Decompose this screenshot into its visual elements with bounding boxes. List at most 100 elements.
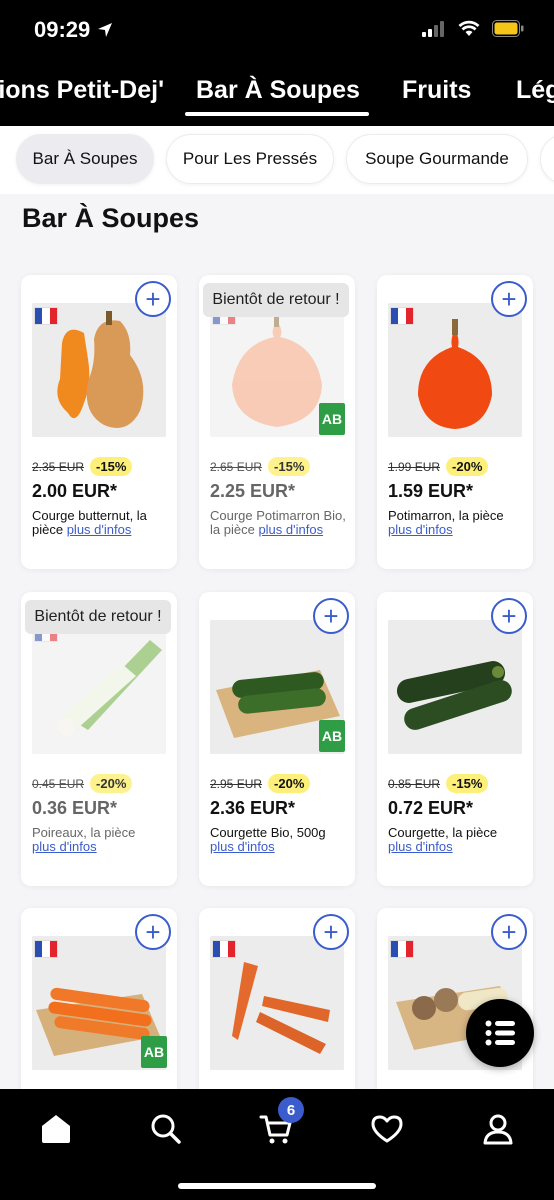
back-soon-label: Bientôt de retour ! [25, 600, 171, 634]
location-arrow-icon [98, 23, 113, 37]
status-time: 09:29 [34, 17, 91, 42]
product-card[interactable]: + 1.99 EUR -20% 1.59 EUR* Potimarron, la… [377, 275, 533, 569]
tab-selected-indicator [185, 112, 369, 116]
france-flag-icon [390, 307, 414, 325]
product-card[interactable]: + [199, 908, 355, 1108]
discount-badge: -15% [446, 774, 489, 793]
add-to-cart-button[interactable]: + [491, 281, 527, 317]
discount-badge: -15% [90, 457, 133, 476]
france-flag-icon [212, 940, 236, 958]
add-to-cart-button[interactable]: + [491, 598, 527, 634]
product-name-text: Poireaux, la pièce [32, 825, 136, 840]
pricing-row: 1.99 EUR -20% [388, 457, 489, 476]
old-price: 1.99 EUR [388, 459, 441, 474]
discount-badge: -15% [268, 457, 311, 476]
more-info-link[interactable]: plus d'infos [210, 839, 275, 854]
product-name: Courge Potimarron Bio, la pièce plus d'i… [210, 509, 348, 537]
organic-badge-icon: AB [319, 720, 345, 752]
price: 1.59 EUR* [388, 481, 474, 501]
discount-badge: -20% [446, 457, 489, 476]
chip-soupe-gourmande[interactable]: Soupe Gourmande [346, 134, 528, 184]
product-name-text: Courgette, la pièce [388, 825, 498, 840]
tab-account[interactable] [476, 1107, 520, 1151]
tab-legumes[interactable]: Lég [516, 76, 554, 105]
shopping-list-button[interactable] [466, 999, 534, 1067]
tab-search[interactable] [144, 1107, 188, 1151]
product-name: Courge butternut, la pièce plus d'infos [32, 509, 170, 537]
france-flag-icon [390, 940, 414, 958]
tab-favorites[interactable] [365, 1107, 409, 1151]
price: 2.36 EUR* [210, 798, 296, 818]
old-price: 2.65 EUR [210, 459, 263, 474]
chip-next[interactable] [540, 134, 554, 184]
status-time-wrap: 09:29 [34, 17, 114, 43]
subcategory-chips: Bar À Soupes Pour Les Pressés Soupe Gour… [0, 126, 554, 194]
price: 2.00 EUR* [32, 481, 118, 501]
product-image-courgette[interactable] [388, 620, 522, 754]
organic-badge-icon: AB [141, 1036, 167, 1068]
list-icon [485, 1020, 515, 1046]
chip-pour-les-presses[interactable]: Pour Les Pressés [166, 134, 334, 184]
status-bar: 09:29 [0, 0, 554, 60]
tab-home[interactable] [34, 1107, 78, 1151]
product-card[interactable]: + 0.85 EUR -15% 0.72 EUR* Courgette, la … [377, 592, 533, 886]
pricing-row: 2.95 EUR -20% [210, 774, 311, 793]
add-to-cart-button[interactable]: + [135, 914, 171, 950]
product-name: Courgette Bio, 500g plus d'infos [210, 826, 348, 854]
pricing-row: 0.45 EUR -20% [32, 774, 133, 793]
top-bar: 09:29 tions Petit-Dej' Bar À Soupes Frui… [0, 0, 554, 126]
home-icon [42, 1115, 70, 1143]
product-name: Courgette, la pièce plus d'infos [388, 826, 526, 854]
add-to-cart-button[interactable]: + [491, 914, 527, 950]
heart-icon [371, 1115, 403, 1143]
pricing-row: 2.65 EUR -15% [210, 457, 311, 476]
tab-petit-dej[interactable]: tions Petit-Dej' [0, 76, 164, 105]
price: 2.25 EUR* [210, 481, 296, 501]
chip-label: Soupe Gourmande [365, 149, 509, 168]
france-flag-icon [34, 940, 58, 958]
discount-badge: -20% [268, 774, 311, 793]
organic-badge-icon: AB [319, 403, 345, 435]
more-info-link[interactable]: plus d'infos [258, 522, 323, 537]
product-name-text: Courgette Bio, 500g [210, 825, 326, 840]
category-tabs: tions Petit-Dej' Bar À Soupes Fruits Lég [0, 62, 554, 122]
status-icons [422, 20, 524, 37]
chip-label: Bar À Soupes [32, 149, 138, 168]
old-price: 0.45 EUR [32, 776, 85, 791]
pricing-row: 0.85 EUR -15% [388, 774, 489, 793]
product-card[interactable]: Bientôt de retour ! 0.45 EUR -20% 0.36 E… [21, 592, 177, 886]
product-name: Potimarron, la pièce plus d'infos [388, 509, 526, 537]
old-price: 2.95 EUR [210, 776, 263, 791]
product-card[interactable]: AB Bientôt de retour ! 2.65 EUR -15% 2.2… [199, 275, 355, 569]
more-info-link[interactable]: plus d'infos [32, 839, 97, 854]
tab-fruits[interactable]: Fruits [402, 76, 471, 105]
add-to-cart-button[interactable]: + [313, 914, 349, 950]
more-info-link[interactable]: plus d'infos [67, 522, 132, 537]
product-card[interactable]: AB + 2.95 EUR -20% 2.36 EUR* Courgette B… [199, 592, 355, 886]
chip-label: Pour Les Pressés [182, 149, 318, 168]
more-info-link[interactable]: plus d'infos [388, 522, 453, 537]
discount-badge: -20% [90, 774, 133, 793]
cart-count-badge: 6 [278, 1097, 304, 1123]
old-price: 2.35 EUR [32, 459, 85, 474]
section-title: Bar À Soupes [22, 203, 200, 233]
back-soon-label: Bientôt de retour ! [203, 283, 349, 317]
product-name-text: Potimarron, la pièce [388, 508, 504, 523]
chip-bar-a-soupes[interactable]: Bar À Soupes [16, 134, 154, 184]
pricing-row: 2.35 EUR -15% [32, 457, 133, 476]
price: 0.36 EUR* [32, 798, 118, 818]
france-flag-icon [34, 307, 58, 325]
tab-bar-a-soupes[interactable]: Bar À Soupes [196, 76, 360, 105]
price: 0.72 EUR* [388, 798, 474, 818]
add-to-cart-button[interactable]: + [313, 598, 349, 634]
product-card[interactable]: + 2.35 EUR -15% 2.00 EUR* Courge buttern… [21, 275, 177, 569]
add-to-cart-button[interactable]: + [135, 281, 171, 317]
product-name: Poireaux, la pièce plus d'infos [32, 826, 170, 854]
old-price: 0.85 EUR [388, 776, 441, 791]
search-icon [151, 1114, 181, 1144]
user-icon [483, 1114, 513, 1145]
home-indicator[interactable] [178, 1183, 376, 1189]
more-info-link[interactable]: plus d'infos [388, 839, 453, 854]
battery-icon [492, 20, 524, 37]
product-card[interactable]: AB + [21, 908, 177, 1108]
